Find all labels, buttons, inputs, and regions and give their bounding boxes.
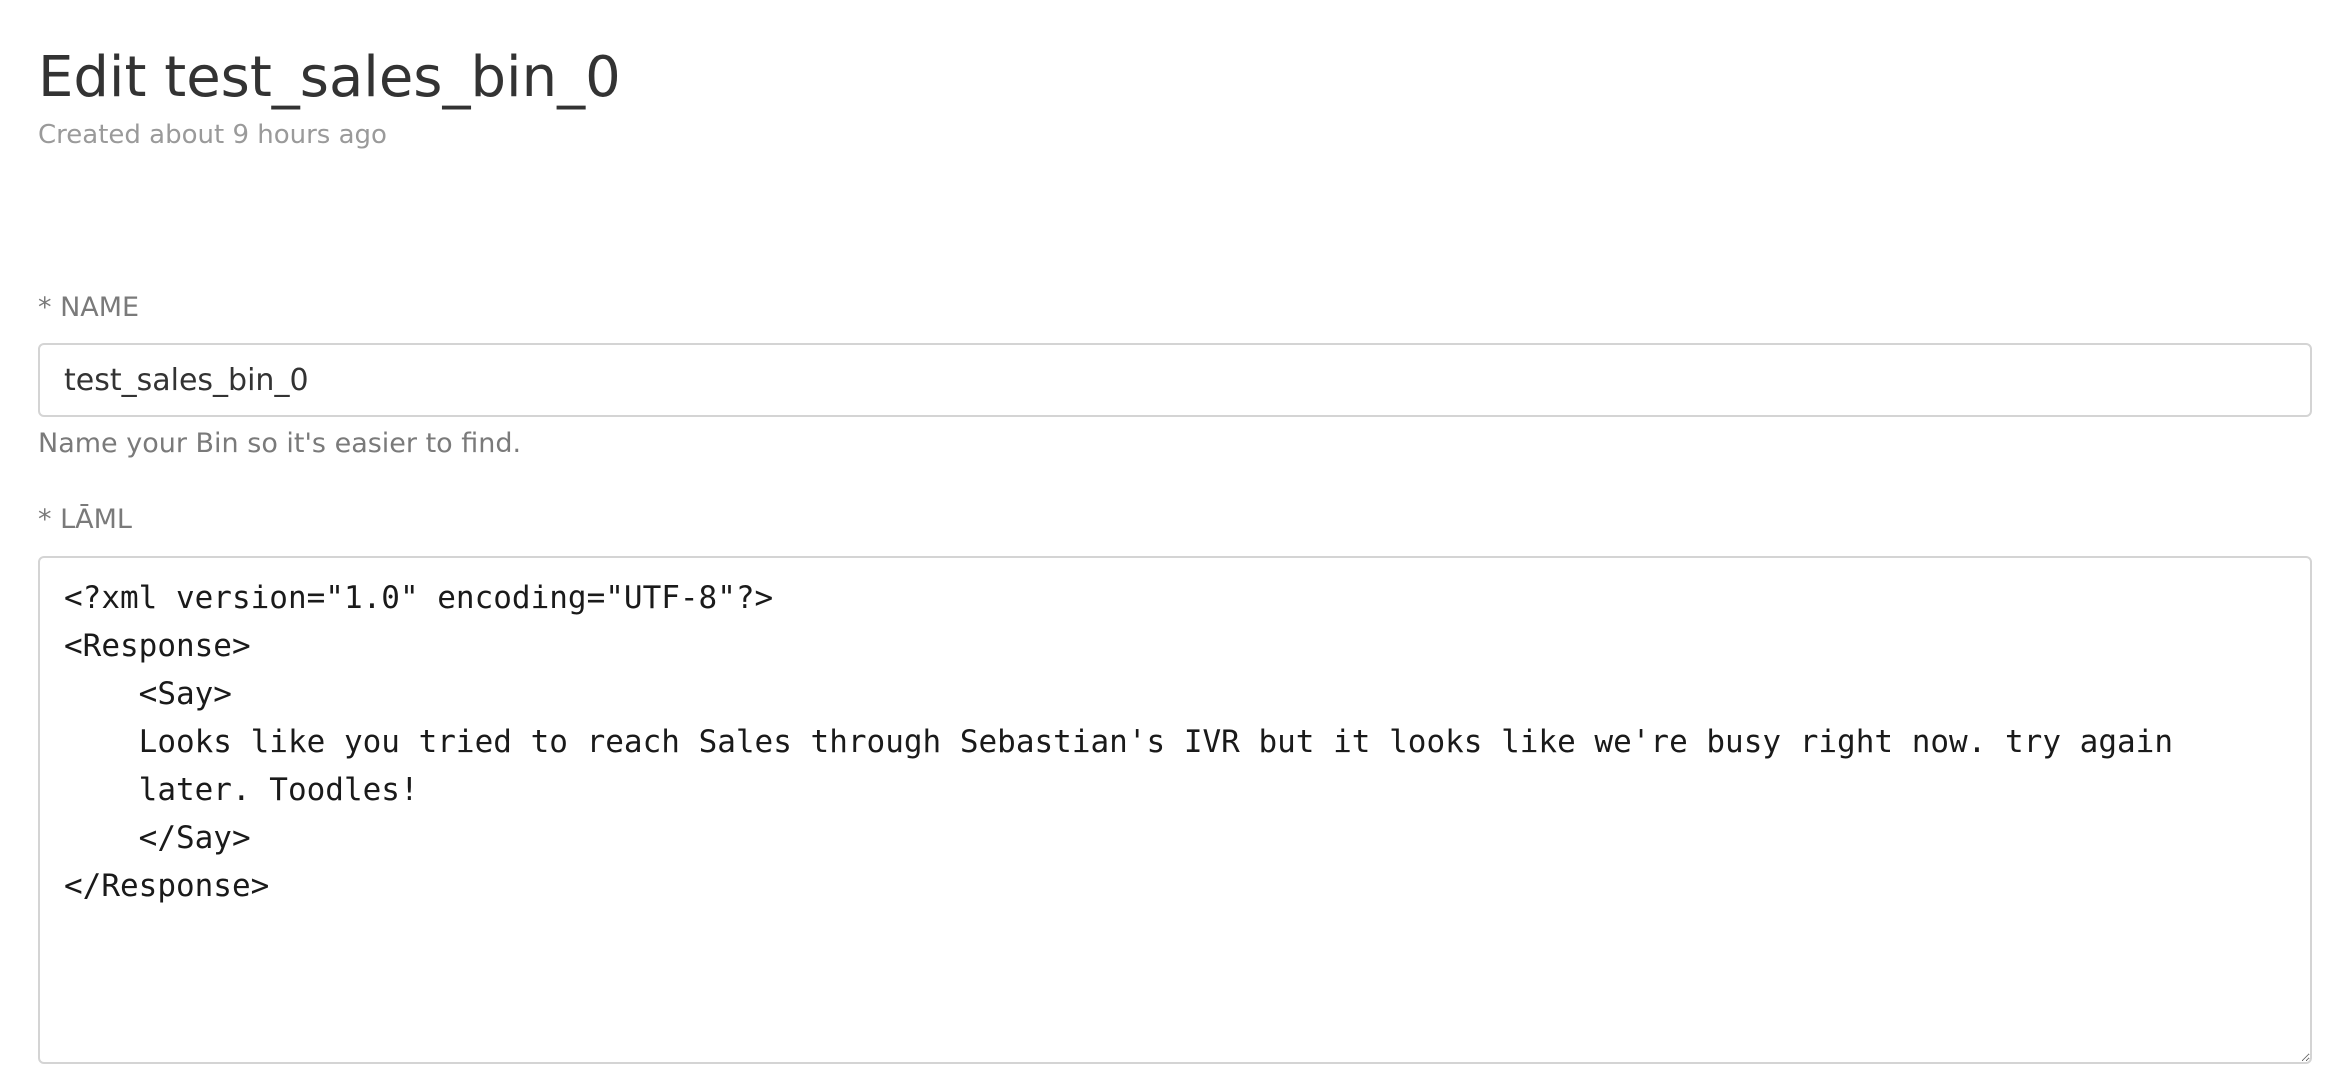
created-timestamp: Created about 9 hours ago [38, 120, 387, 150]
laml-field-label: * LĀML [38, 504, 132, 535]
laml-textarea[interactable]: <?xml version="1.0" encoding="UTF-8"?> <… [38, 556, 2312, 1064]
name-help-text: Name your Bin so it's easier to find. [38, 428, 522, 459]
page-title: Edit test_sales_bin_0 [38, 45, 621, 110]
name-input[interactable] [38, 343, 2312, 417]
name-field-label: * NAME [38, 292, 140, 323]
